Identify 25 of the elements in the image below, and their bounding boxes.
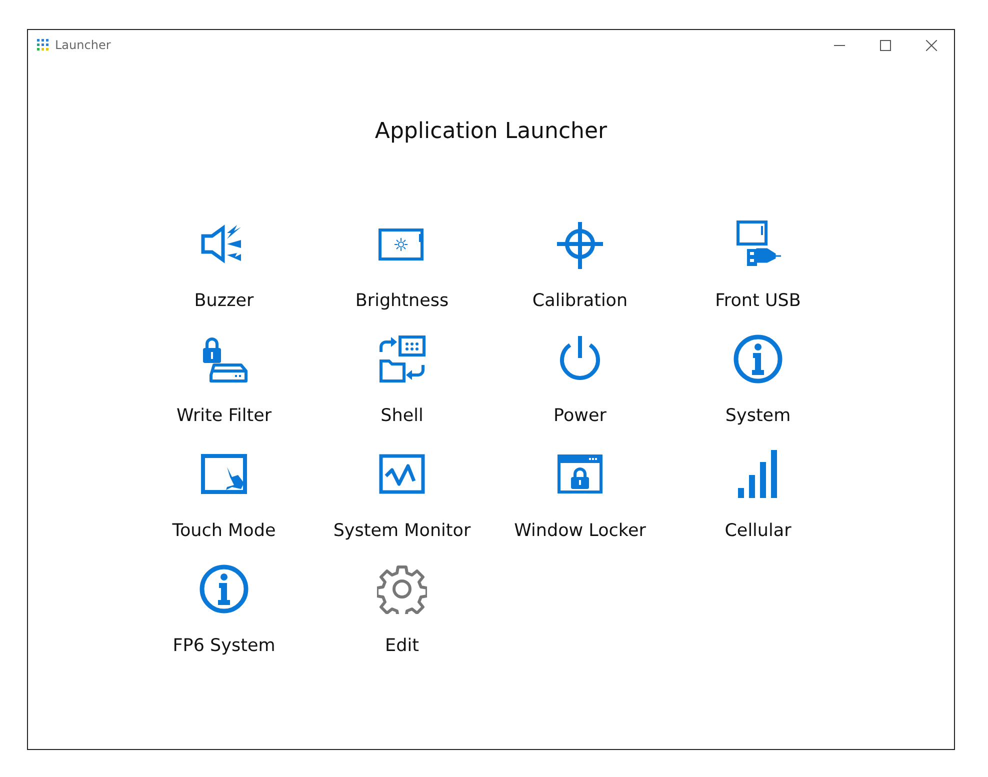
- grid-icon: [37, 39, 49, 51]
- launcher-tile[interactable]: Power: [505, 334, 655, 429]
- page-heading: Application Launcher: [374, 119, 608, 145]
- launcher-tile[interactable]: Buzzer: [149, 219, 299, 314]
- launcher-tile[interactable]: FP6 System: [149, 564, 299, 659]
- launcher-tile[interactable]: System Monitor: [327, 449, 477, 544]
- launcher-tile[interactable]: Cellular: [683, 449, 833, 544]
- launcher-tile[interactable]: Calibration: [505, 219, 655, 314]
- launcher-tile[interactable]: Shell: [327, 334, 477, 429]
- info-icon: [733, 334, 783, 384]
- launcher-tile[interactable]: Window Locker: [505, 449, 655, 544]
- launcher-tile[interactable]: Edit: [327, 564, 477, 659]
- crosshair-icon: [555, 219, 605, 269]
- info-icon: [199, 564, 249, 614]
- window-title: Launcher: [55, 38, 112, 52]
- shell-switch-icon: [377, 334, 427, 384]
- launcher-tile[interactable]: System: [683, 334, 833, 429]
- gear-icon: [377, 564, 427, 614]
- minimize-icon: [834, 44, 844, 46]
- launcher-tile[interactable]: Touch Mode: [149, 449, 299, 544]
- launcher-tile[interactable]: Brightness: [327, 219, 477, 314]
- maximize-icon: [880, 40, 890, 50]
- launcher-tile[interactable]: Write Filter: [149, 334, 299, 429]
- close-icon: [926, 40, 936, 50]
- launcher-tile[interactable]: Front USB: [683, 219, 833, 314]
